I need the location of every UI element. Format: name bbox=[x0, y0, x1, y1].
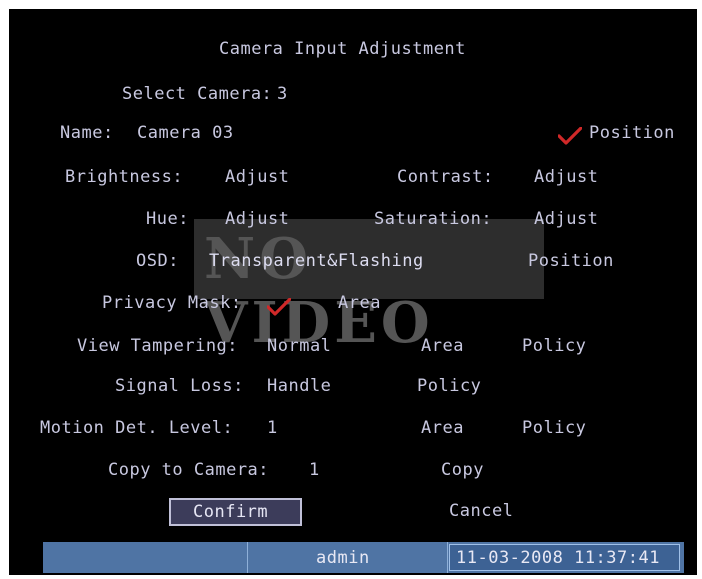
osd-mode-select[interactable]: Transparent&Flashing bbox=[209, 251, 424, 271]
confirm-button-label: Confirm bbox=[193, 502, 269, 522]
copy-to-camera-label: Copy to Camera: bbox=[108, 460, 270, 480]
brightness-label: Brightness: bbox=[65, 167, 184, 187]
motion-det-policy-button[interactable]: Policy bbox=[522, 418, 586, 438]
position-top-button[interactable]: Position bbox=[589, 123, 675, 143]
contrast-label: Contrast: bbox=[397, 167, 494, 187]
hue-label: Hue: bbox=[146, 209, 189, 229]
select-camera-value[interactable]: 3 bbox=[277, 84, 288, 104]
osd-label: OSD: bbox=[136, 251, 179, 271]
saturation-adjust-button[interactable]: Adjust bbox=[534, 209, 598, 229]
confirm-button[interactable]: Confirm bbox=[169, 498, 302, 526]
position-checkbox[interactable] bbox=[558, 127, 582, 145]
copy-button[interactable]: Copy bbox=[441, 460, 484, 480]
cancel-button[interactable]: Cancel bbox=[449, 501, 513, 521]
view-tampering-label: View Tampering: bbox=[77, 336, 239, 356]
copy-to-camera-select[interactable]: 1 bbox=[309, 460, 320, 480]
privacy-mask-area-button[interactable]: Area bbox=[338, 293, 381, 313]
checkmark-icon bbox=[267, 298, 291, 316]
signal-loss-label: Signal Loss: bbox=[115, 376, 244, 396]
camera-input-adjustment-dialog: NO VIDEO Camera Input Adjustment Select … bbox=[9, 9, 697, 575]
view-tampering-area-button[interactable]: Area bbox=[421, 336, 464, 356]
status-clock: 11-03-2008 11:37:41 bbox=[449, 544, 680, 571]
checkmark-icon bbox=[558, 127, 582, 145]
saturation-label: Saturation: bbox=[374, 209, 493, 229]
motion-det-level-select[interactable]: 1 bbox=[267, 418, 278, 438]
motion-det-area-button[interactable]: Area bbox=[421, 418, 464, 438]
contrast-adjust-button[interactable]: Adjust bbox=[534, 167, 598, 187]
current-user: admin bbox=[316, 548, 370, 568]
screen: NO VIDEO Camera Input Adjustment Select … bbox=[0, 0, 702, 579]
dialog-title: Camera Input Adjustment bbox=[219, 39, 466, 59]
status-bar: admin 11-03-2008 11:37:41 bbox=[43, 542, 684, 573]
view-tampering-policy-button[interactable]: Policy bbox=[522, 336, 586, 356]
signal-loss-policy-button[interactable]: Policy bbox=[417, 376, 481, 396]
select-camera-label: Select Camera: bbox=[122, 84, 273, 104]
signal-loss-select[interactable]: Handle bbox=[267, 376, 331, 396]
motion-det-level-label: Motion Det. Level: bbox=[40, 418, 234, 438]
osd-position-button[interactable]: Position bbox=[528, 251, 614, 271]
status-segment-user: admin bbox=[248, 542, 448, 573]
status-segment-empty bbox=[43, 542, 248, 573]
brightness-adjust-button[interactable]: Adjust bbox=[225, 167, 289, 187]
hue-adjust-button[interactable]: Adjust bbox=[225, 209, 289, 229]
no-video-text: NO VIDEO bbox=[204, 226, 434, 356]
name-field[interactable]: Camera 03 bbox=[137, 123, 234, 143]
privacy-mask-checkbox[interactable] bbox=[267, 298, 291, 316]
name-label: Name: bbox=[60, 123, 114, 143]
view-tampering-select[interactable]: Normal bbox=[267, 336, 331, 356]
privacy-mask-label: Privacy Mask: bbox=[102, 293, 242, 313]
datetime-display: 11-03-2008 11:37:41 bbox=[456, 548, 660, 568]
